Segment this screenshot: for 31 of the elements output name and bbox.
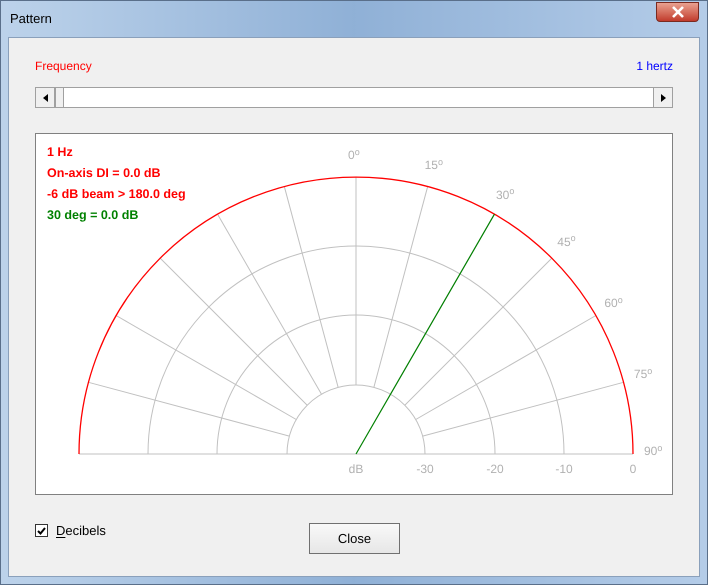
radial-label: -10 <box>555 462 573 476</box>
right-arrow-icon <box>660 94 666 102</box>
radial-label: -20 <box>486 462 504 476</box>
angle-label: 90$^{o}$ <box>644 444 662 458</box>
radial-label: -30 <box>416 462 434 476</box>
close-window-button[interactable] <box>656 2 699 22</box>
angle-label: 60$^{o}$ <box>604 296 623 310</box>
scroll-thumb[interactable] <box>55 88 64 107</box>
decibels-checkbox[interactable] <box>35 524 48 538</box>
left-arrow-icon <box>42 94 48 102</box>
angle-label: 15$^{o}$ <box>424 158 443 172</box>
frequency-scrollbar[interactable] <box>35 87 673 108</box>
frequency-label: Frequency <box>35 58 92 75</box>
close-button[interactable]: Close <box>309 523 400 554</box>
readout-text: 1 Hz <box>47 145 74 160</box>
window-title: Pattern <box>10 10 52 28</box>
readout-text: -6 dB beam > 180.0 deg <box>47 187 186 202</box>
angle-label: 75$^{o}$ <box>634 367 652 382</box>
close-icon <box>670 6 684 18</box>
radial-label: 0 <box>630 462 636 476</box>
scroll-right-button[interactable] <box>653 88 672 107</box>
readout-text: On-axis DI = 0.0 dB <box>47 166 162 181</box>
scroll-left-button[interactable] <box>36 88 55 107</box>
angle-label: 45$^{o}$ <box>557 234 576 249</box>
angle-label: 0$^{o}$ <box>348 148 360 162</box>
radial-label: dB <box>348 462 364 476</box>
angle-label: 30$^{o}$ <box>496 188 514 202</box>
decibels-label: Decibels <box>56 522 106 540</box>
checkmark-icon <box>37 526 46 535</box>
readout-text: 30 deg = 0.0 dB <box>47 208 140 223</box>
frequency-reading: 1 hertz <box>636 58 673 75</box>
